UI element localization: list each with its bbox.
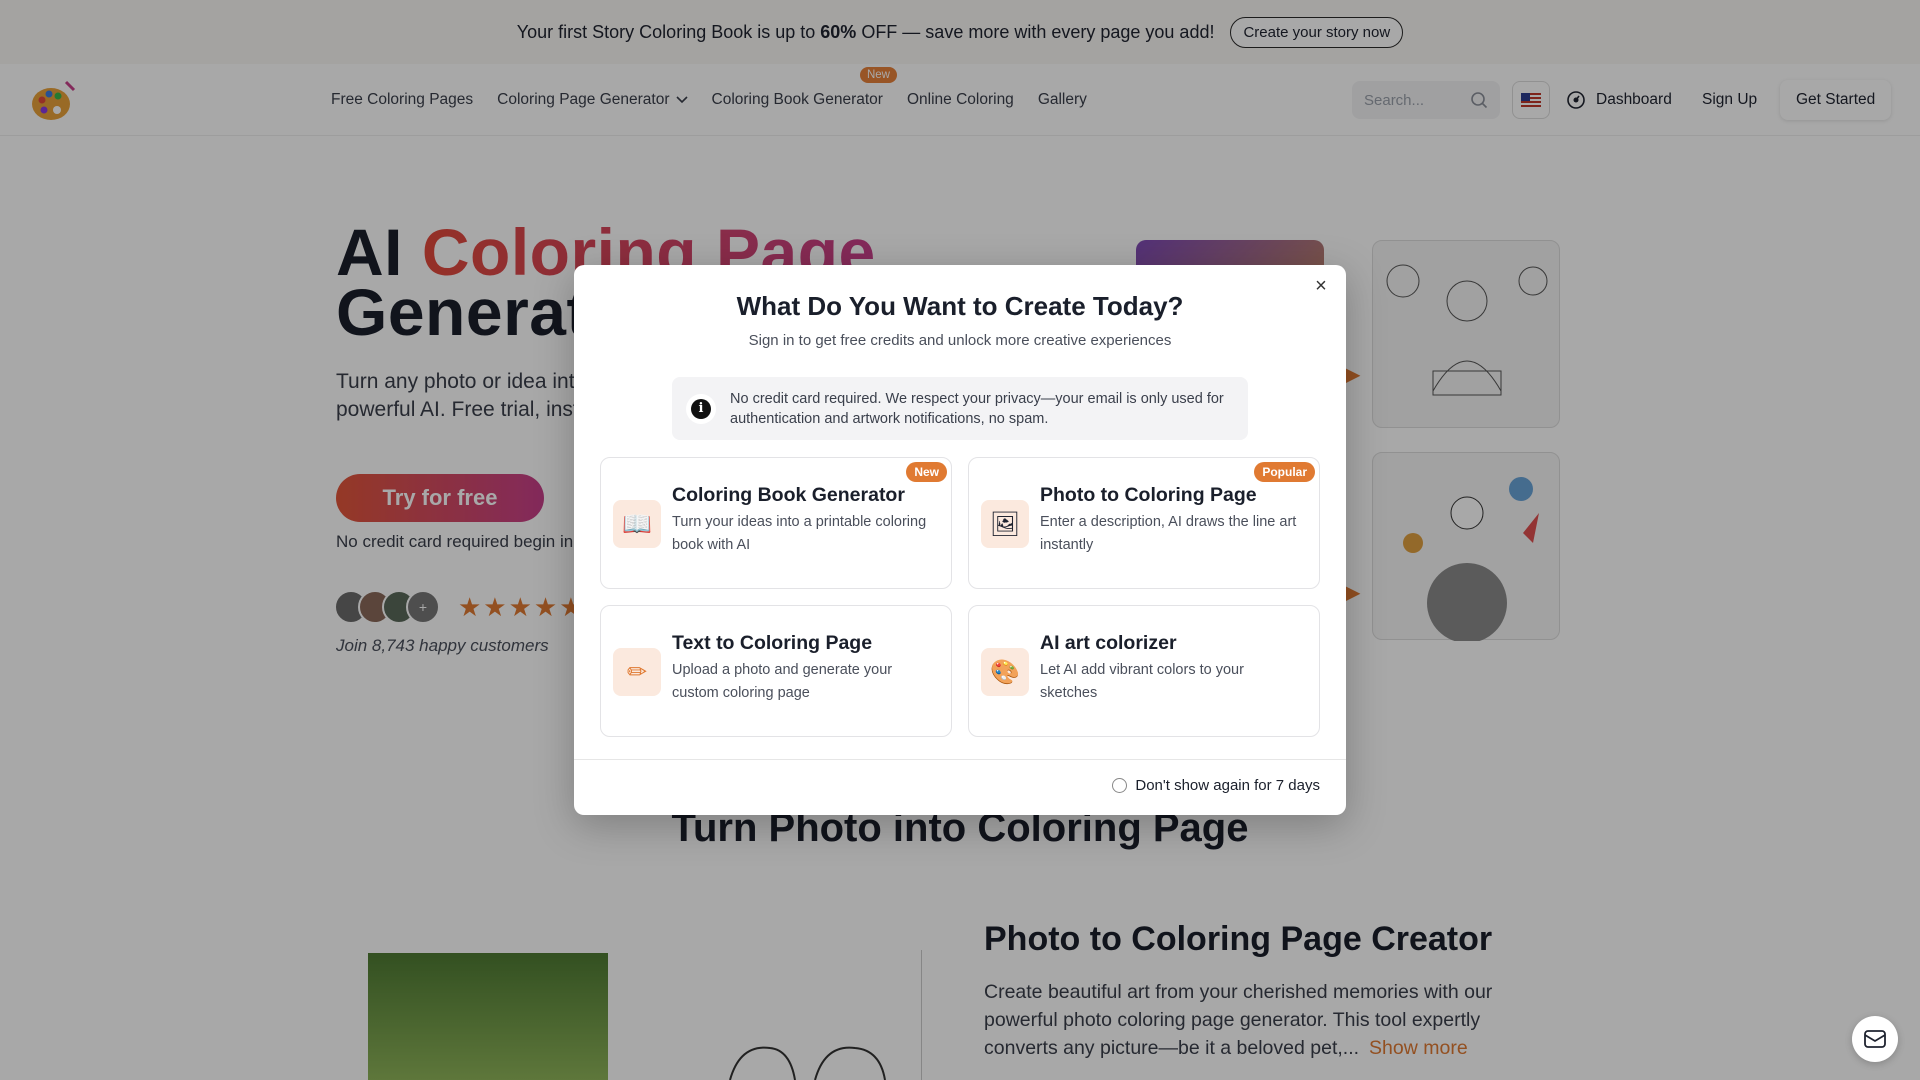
card-title: Coloring Book Generator [672, 484, 905, 506]
info-icon: i [686, 393, 716, 424]
chat-button[interactable] [1852, 1016, 1898, 1062]
picture-icon: 🖼 [981, 500, 1029, 548]
dont-show-again: Don't show again for 7 days [1112, 777, 1320, 794]
dont-show-label[interactable]: Don't show again for 7 days [1135, 777, 1320, 794]
text-to-coloring-page-card[interactable]: ✏ Text to Coloring Page Upload a photo a… [600, 605, 952, 737]
divider [574, 759, 1346, 760]
book-icon: 📖 [613, 500, 661, 548]
card-description: Enter a description, AI draws the line a… [1040, 514, 1297, 553]
pencil-icon: ✏ [613, 648, 661, 696]
mail-icon [1864, 1030, 1886, 1048]
privacy-notice: i No credit card required. We respect yo… [672, 377, 1248, 440]
card-description: Upload a photo and generate your custom … [672, 662, 893, 701]
notice-text: No credit card required. We respect your… [730, 390, 1224, 427]
ai-art-colorizer-card[interactable]: 🎨 AI art colorizer Let AI add vibrant co… [968, 605, 1320, 737]
popular-badge: Popular [1254, 462, 1315, 482]
card-title: Photo to Coloring Page [1040, 484, 1257, 506]
card-title: Text to Coloring Page [672, 632, 873, 654]
card-description: Let AI add vibrant colors to your sketch… [1040, 662, 1244, 701]
modal-subtitle: Sign in to get free credits and unlock m… [748, 332, 1172, 349]
modal-title: What Do You Want to Create Today? [736, 291, 1184, 321]
coloring-book-generator-card[interactable]: 📖 Coloring Book Generator Turn your idea… [600, 457, 952, 589]
create-modal: × What Do You Want to Create Today? Sign… [574, 265, 1346, 815]
card-description: Turn your ideas into a printable colorin… [672, 514, 927, 553]
palette-icon: 🎨 [981, 648, 1029, 696]
dont-show-checkbox[interactable] [1112, 778, 1128, 793]
photo-to-coloring-page-card[interactable]: 🖼 Photo to Coloring Page Enter a descrip… [968, 457, 1320, 589]
new-badge: New [906, 462, 947, 482]
card-title: AI art colorizer [1040, 632, 1177, 654]
